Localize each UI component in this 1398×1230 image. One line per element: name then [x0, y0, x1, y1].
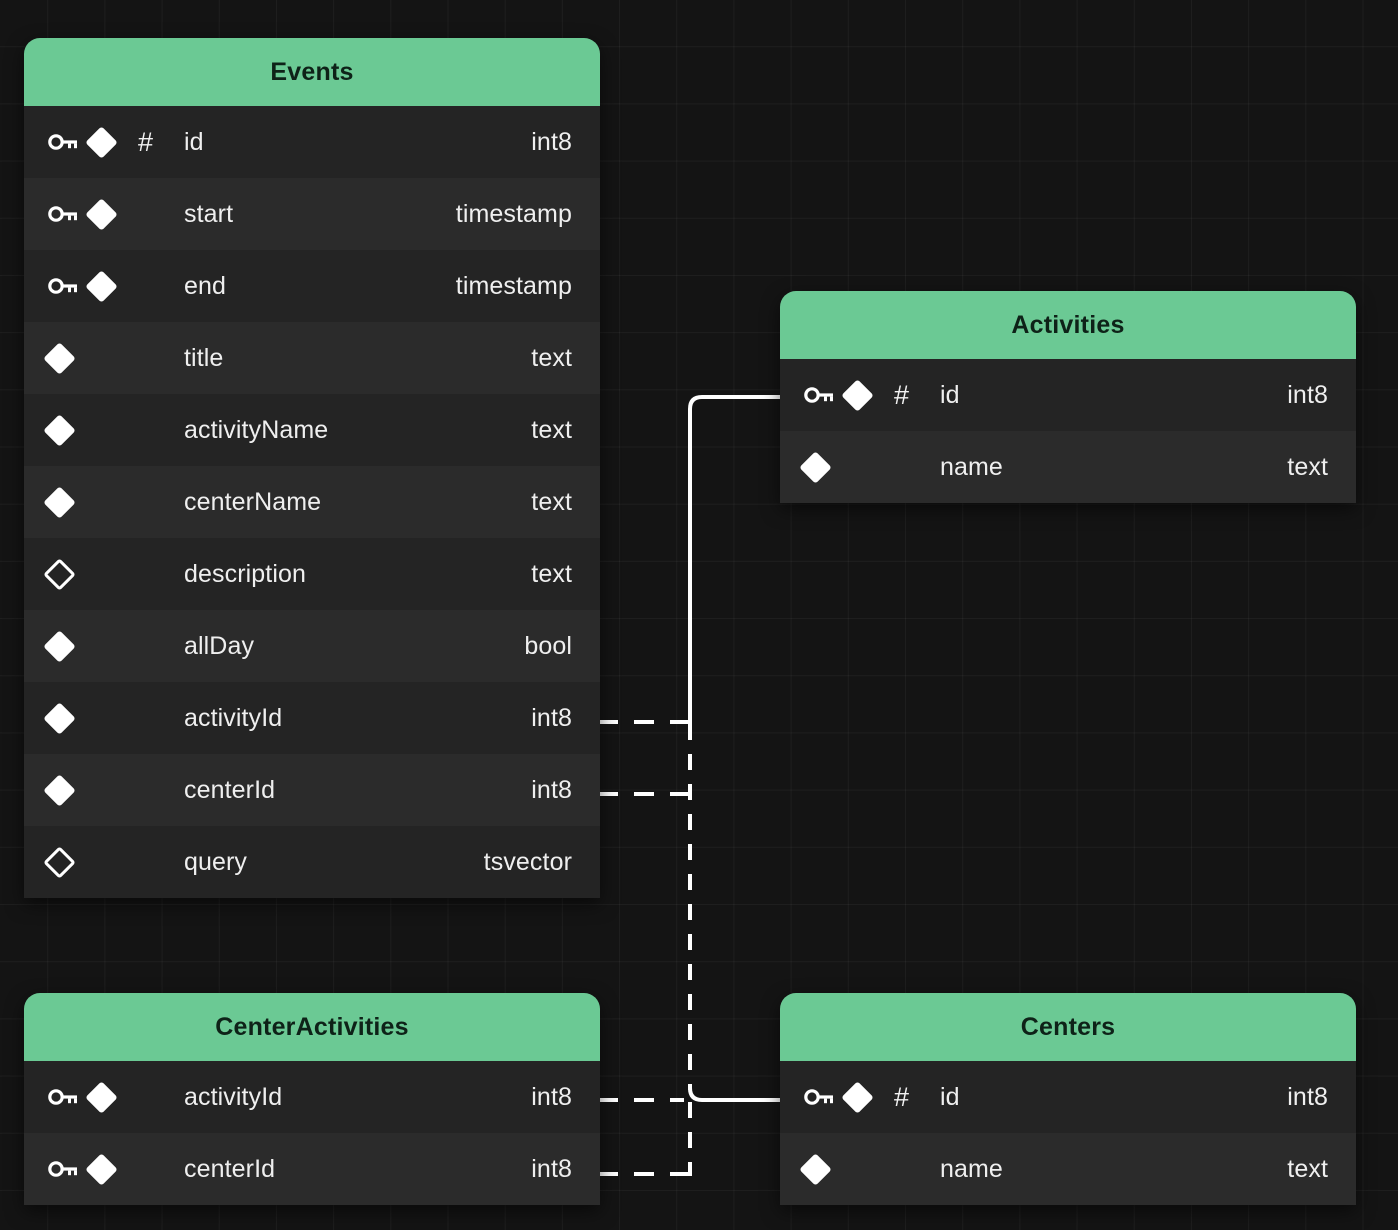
tables-layer: Events # id int8 start timestamp end tim…: [0, 0, 1398, 1230]
table-body-activities: # id int8 name text: [780, 359, 1356, 503]
column-type: tsvector: [483, 847, 572, 876]
diamond-filled-icon: [43, 773, 90, 807]
column-name: centerId: [184, 1154, 276, 1183]
diamond-filled-icon: [85, 1080, 138, 1114]
column-name: query: [184, 847, 248, 876]
column-row-events-start[interactable]: start timestamp: [24, 178, 600, 250]
column-row-events-activityid[interactable]: activityId int8: [24, 682, 600, 754]
primary-key-icon: [48, 277, 90, 295]
primary-key-icon: [48, 1088, 90, 1106]
column-type: text: [531, 415, 572, 444]
column-type: bool: [524, 631, 572, 660]
column-type: text: [1287, 452, 1328, 481]
column-name: id: [184, 127, 204, 156]
column-name: allDay: [184, 631, 255, 660]
column-type: text: [531, 559, 572, 588]
column-name: id: [940, 380, 960, 409]
column-type: timestamp: [455, 199, 572, 228]
column-name: activityId: [184, 1082, 283, 1111]
diamond-filled-icon: [43, 413, 90, 447]
table-header-centeractivities[interactable]: CenterActivities: [24, 993, 600, 1061]
primary-key-icon: [48, 205, 90, 223]
hash-icon: #: [894, 379, 910, 410]
column-type: int8: [531, 1154, 572, 1183]
table-body-centeractivities: activityId int8 centerId int8: [24, 1061, 600, 1205]
column-type: int8: [531, 1082, 572, 1111]
diamond-hollow-icon: [43, 557, 90, 591]
column-name: centerName: [184, 487, 322, 516]
column-row-events-centername[interactable]: centerName text: [24, 466, 600, 538]
column-row-centers-name[interactable]: name text: [780, 1133, 1356, 1205]
column-row-activities-id[interactable]: # id int8: [780, 359, 1356, 431]
column-row-activities-name[interactable]: name text: [780, 431, 1356, 503]
column-row-events-centerid[interactable]: centerId int8: [24, 754, 600, 826]
hash-icon: #: [138, 126, 154, 157]
table-header-centers[interactable]: Centers: [780, 993, 1356, 1061]
column-row-events-query[interactable]: query tsvector: [24, 826, 600, 898]
diamond-filled-icon: [43, 701, 90, 735]
table-title-activities: Activities: [1011, 310, 1125, 339]
column-type: int8: [531, 775, 572, 804]
column-name: end: [184, 271, 227, 300]
column-type: int8: [531, 703, 572, 732]
column-type: text: [531, 343, 572, 372]
table-body-events: # id int8 start timestamp end timestamp …: [24, 106, 600, 898]
diamond-filled-icon: [43, 629, 90, 663]
table-card-events[interactable]: Events # id int8 start timestamp end tim…: [24, 38, 600, 898]
hash-icon: #: [894, 1081, 910, 1112]
table-body-centers: # id int8 name text: [780, 1061, 1356, 1205]
column-name: id: [940, 1082, 960, 1111]
column-row-events-id[interactable]: # id int8: [24, 106, 600, 178]
column-row-events-title[interactable]: title text: [24, 322, 600, 394]
column-row-centeractivities-activityid[interactable]: activityId int8: [24, 1061, 600, 1133]
table-title-centers: Centers: [1020, 1012, 1116, 1041]
column-type: int8: [1287, 1082, 1328, 1111]
diamond-filled-icon: [85, 269, 138, 303]
table-header-events[interactable]: Events: [24, 38, 600, 106]
column-name: description: [184, 559, 306, 588]
diamond-filled-icon: [85, 197, 138, 231]
table-card-centers[interactable]: Centers # id int8 name text: [780, 993, 1356, 1205]
column-name: centerId: [184, 775, 276, 804]
diamond-filled-icon: [799, 450, 846, 484]
diamond-hollow-icon: [43, 845, 90, 879]
column-name: name: [940, 452, 1003, 481]
diamond-filled-icon: [43, 341, 90, 375]
diamond-filled-icon: [85, 125, 138, 159]
table-title-centeractivities: CenterActivities: [215, 1012, 409, 1041]
column-row-events-end[interactable]: end timestamp: [24, 250, 600, 322]
diamond-filled-icon: [841, 1080, 894, 1114]
diamond-filled-icon: [43, 485, 90, 519]
column-type: timestamp: [455, 271, 572, 300]
table-card-centeractivities[interactable]: CenterActivities activityId int8 centerI…: [24, 993, 600, 1205]
column-name: name: [940, 1154, 1003, 1183]
diamond-filled-icon: [841, 378, 894, 412]
column-type: text: [1287, 1154, 1328, 1183]
primary-key-icon: [804, 1088, 846, 1106]
column-name: title: [184, 343, 224, 372]
table-title-events: Events: [270, 57, 354, 86]
primary-key-icon: [48, 1160, 90, 1178]
table-card-activities[interactable]: Activities # id int8 name text: [780, 291, 1356, 503]
column-name: activityId: [184, 703, 283, 732]
column-type: int8: [1287, 380, 1328, 409]
diamond-filled-icon: [85, 1152, 138, 1186]
diamond-filled-icon: [799, 1152, 846, 1186]
table-header-activities[interactable]: Activities: [780, 291, 1356, 359]
column-row-events-allday[interactable]: allDay bool: [24, 610, 600, 682]
column-name: activityName: [184, 415, 329, 444]
column-name: start: [184, 199, 234, 228]
primary-key-icon: [804, 386, 846, 404]
column-row-events-activityname[interactable]: activityName text: [24, 394, 600, 466]
column-row-centeractivities-centerid[interactable]: centerId int8: [24, 1133, 600, 1205]
column-type: text: [531, 487, 572, 516]
column-row-centers-id[interactable]: # id int8: [780, 1061, 1356, 1133]
column-type: int8: [531, 127, 572, 156]
primary-key-icon: [48, 133, 90, 151]
column-row-events-description[interactable]: description text: [24, 538, 600, 610]
